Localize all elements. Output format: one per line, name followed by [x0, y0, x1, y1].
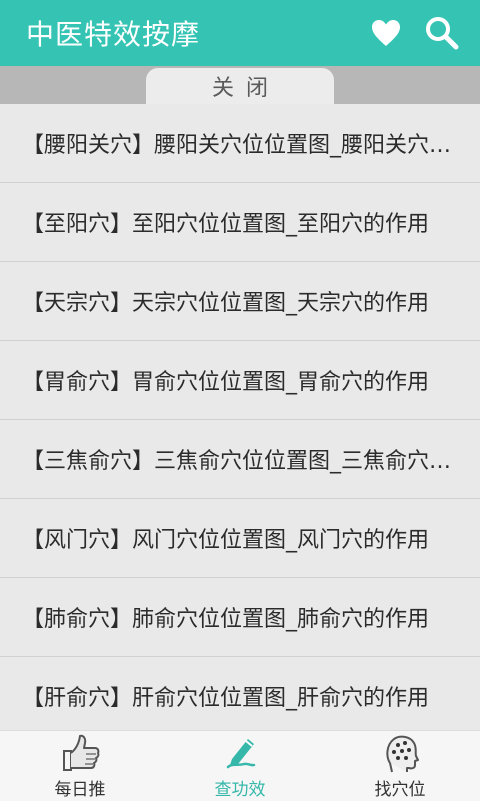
- list-item[interactable]: 【至阳穴】至阳穴位位置图_至阳穴的作用: [0, 183, 480, 262]
- search-icon: [426, 17, 459, 50]
- list-item-label: 【风门穴】风门穴位位置图_风门穴的作用: [22, 528, 430, 553]
- nav-check-effect[interactable]: 查功效: [160, 731, 320, 801]
- close-button[interactable]: 关闭: [146, 68, 334, 104]
- close-bar: 关闭: [0, 66, 480, 104]
- list-item-label: 【腰阳关穴】腰阳关穴位位置图_腰阳关穴的作用: [22, 133, 454, 158]
- nav-label: 找穴位: [374, 780, 426, 800]
- search-button[interactable]: [414, 0, 470, 66]
- list-item-label: 【天宗穴】天宗穴位位置图_天宗穴的作用: [22, 291, 430, 316]
- list-item[interactable]: 【风门穴】风门穴位位置图_风门穴的作用: [0, 499, 480, 578]
- list-item-label: 【三焦俞穴】三焦俞穴位位置图_三焦俞穴的作用: [22, 449, 454, 474]
- list-item-label: 【胃俞穴】胃俞穴位位置图_胃俞穴的作用: [22, 370, 430, 395]
- list-item-label: 【至阳穴】至阳穴位位置图_至阳穴的作用: [22, 212, 430, 237]
- nav-daily-recommend[interactable]: 每日推: [0, 731, 160, 801]
- list-item[interactable]: 【胃俞穴】胃俞穴位位置图_胃俞穴的作用: [0, 341, 480, 420]
- list-item[interactable]: 【腰阳关穴】腰阳关穴位位置图_腰阳关穴的作用: [0, 104, 480, 183]
- pen-icon: [217, 733, 263, 773]
- favorite-button[interactable]: [358, 0, 414, 66]
- list-item[interactable]: 【天宗穴】天宗穴位位置图_天宗穴的作用: [0, 262, 480, 341]
- list-item-label: 【肝俞穴】肝俞穴位位置图_肝俞穴的作用: [22, 686, 430, 711]
- list-item[interactable]: 【肝俞穴】肝俞穴位位置图_肝俞穴的作用: [0, 657, 480, 730]
- list-item[interactable]: 【肺俞穴】肺俞穴位位置图_肺俞穴的作用: [0, 578, 480, 657]
- nav-label: 每日推: [54, 780, 106, 800]
- nav-find-acupoint[interactable]: 找穴位: [320, 731, 480, 801]
- app-header: 中医特效按摩: [0, 0, 480, 66]
- thumbs-up-icon: [57, 733, 103, 773]
- bottom-nav: 每日推 查功效 找穴位: [0, 730, 480, 801]
- nav-label: 查功效: [214, 780, 266, 800]
- acupoint-list: 【腰阳关穴】腰阳关穴位位置图_腰阳关穴的作用 【至阳穴】至阳穴位位置图_至阳穴的…: [0, 104, 480, 730]
- list-item-label: 【肺俞穴】肺俞穴位位置图_肺俞穴的作用: [22, 607, 430, 632]
- head-acupoint-icon: [377, 733, 423, 773]
- list-item[interactable]: 【三焦俞穴】三焦俞穴位位置图_三焦俞穴的作用: [0, 420, 480, 499]
- heart-icon: [372, 20, 400, 46]
- app-title: 中医特效按摩: [26, 18, 201, 51]
